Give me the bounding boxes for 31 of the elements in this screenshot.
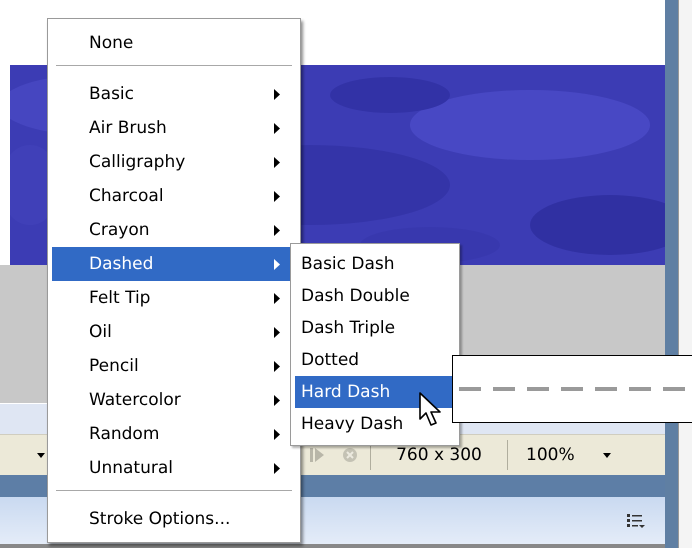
menu-item[interactable]: Basic Dash — [295, 248, 455, 280]
menu-item[interactable]: Stroke Options... — [52, 502, 296, 536]
menu-item[interactable]: Basic — [52, 77, 296, 111]
menu-item[interactable]: Calligraphy — [52, 145, 296, 179]
submenu-arrow-icon — [274, 394, 280, 406]
menu-item[interactable]: Dash Double — [295, 280, 455, 312]
caret-icon[interactable] — [37, 452, 45, 458]
submenu-arrow-icon — [274, 224, 280, 236]
submenu-arrow-icon — [274, 122, 280, 134]
submenu-arrow-icon — [274, 462, 280, 474]
submenu-arrow-icon — [274, 258, 280, 270]
submenu-arrow-icon — [274, 190, 280, 202]
menu-item[interactable]: Air Brush — [52, 111, 296, 145]
submenu-arrow-icon — [274, 360, 280, 372]
menu-item[interactable]: Hard Dash — [295, 376, 455, 408]
caret-icon — [602, 452, 611, 458]
menu-item[interactable]: Crayon — [52, 213, 296, 247]
canvas-size: 760 x 300 — [395, 445, 483, 465]
submenu-arrow-icon — [274, 88, 280, 100]
menu-item[interactable]: Dash Triple — [295, 312, 455, 344]
submenu-arrow-icon — [274, 428, 280, 440]
menu-item[interactable]: None — [52, 26, 296, 60]
menu-item[interactable]: Heavy Dash — [295, 408, 455, 440]
submenu-arrow-icon — [274, 156, 280, 168]
menu-item[interactable]: Unnatural — [52, 451, 296, 485]
menu-item[interactable]: Dotted — [295, 344, 455, 376]
submenu-arrow-icon — [274, 292, 280, 304]
submenu-arrow-icon — [274, 326, 280, 338]
menu-item[interactable]: Charcoal — [52, 179, 296, 213]
zoom-dropdown[interactable]: 100% — [520, 445, 617, 465]
options-menu-icon[interactable] — [627, 512, 645, 528]
